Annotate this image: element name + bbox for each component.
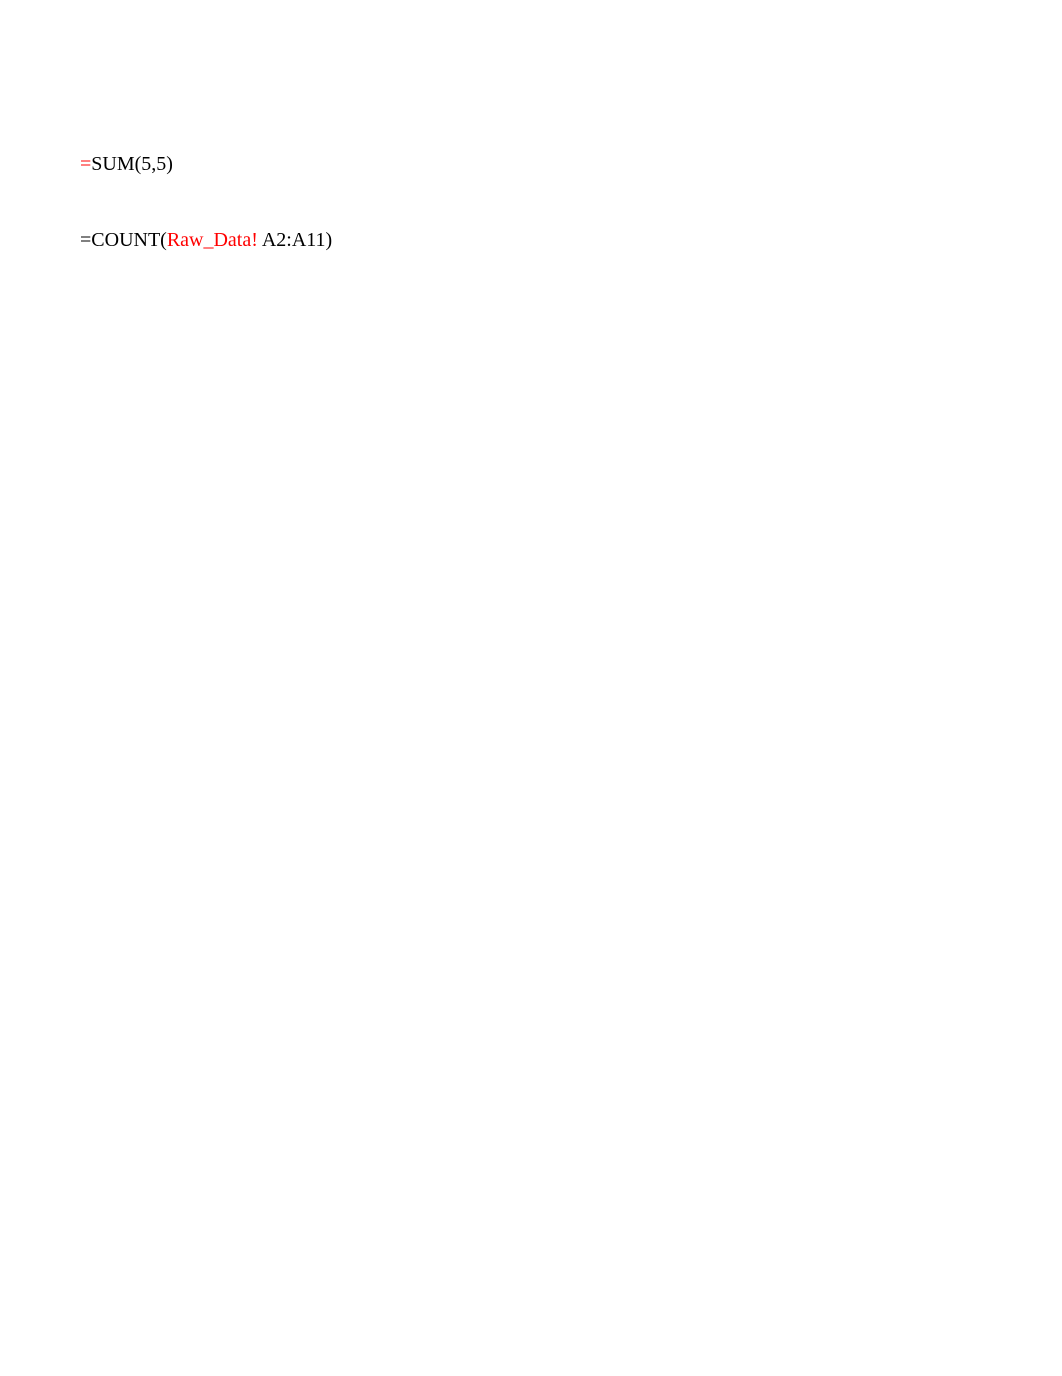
formula-line-2: =COUNT(Raw_Data! A2:A11) — [80, 226, 1062, 254]
formula-prefix: =COUNT( — [80, 229, 167, 251]
formula-line-1: =SUM(5,5) — [80, 150, 1062, 178]
sheet-reference: Raw_Data! — [167, 229, 258, 251]
formula-range: A2:A11) — [262, 229, 332, 251]
equals-sign: = — [80, 153, 91, 175]
formula-text: SUM(5,5) — [91, 153, 173, 175]
